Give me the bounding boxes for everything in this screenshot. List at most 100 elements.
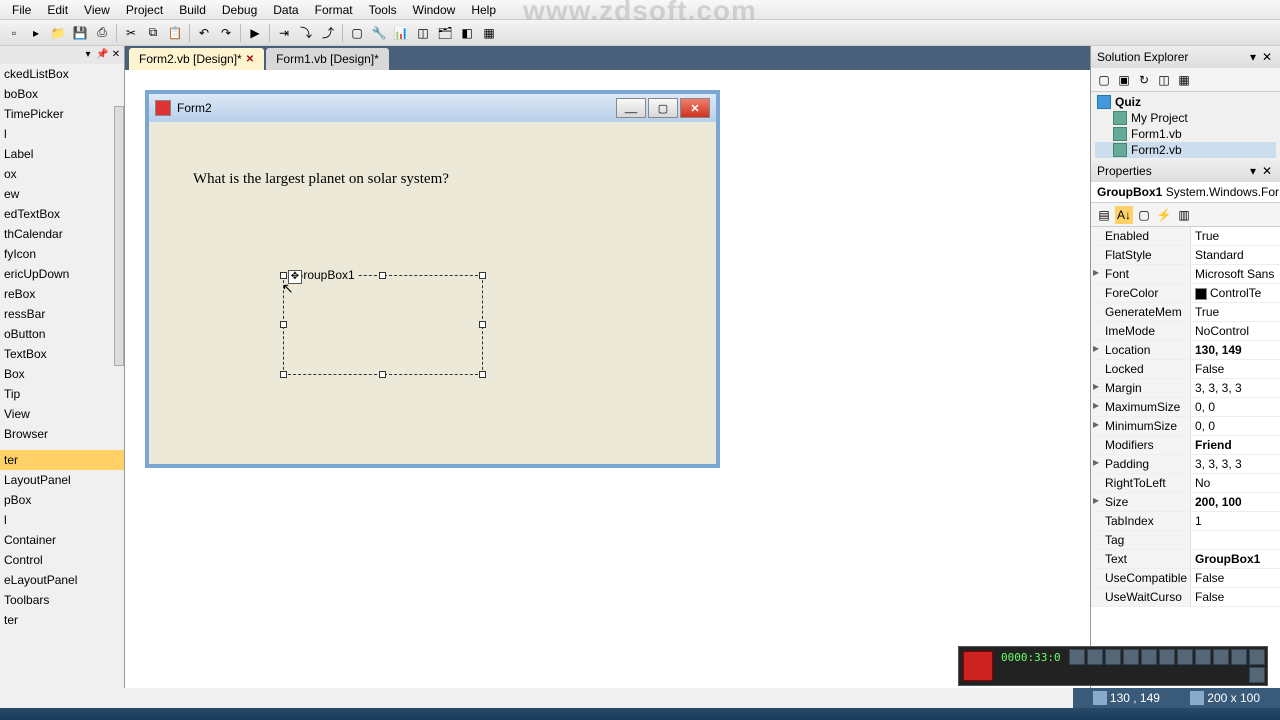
- menu-file[interactable]: File: [4, 1, 39, 19]
- property-value[interactable]: Standard: [1191, 246, 1280, 264]
- property-value[interactable]: False: [1191, 360, 1280, 378]
- groupbox-control[interactable]: GroupBox1 ✥ ↖: [283, 275, 483, 375]
- expand-icon[interactable]: [1091, 284, 1101, 302]
- toolbox-item[interactable]: oButton: [0, 324, 124, 344]
- property-value[interactable]: True: [1191, 227, 1280, 245]
- prop-categorized-icon[interactable]: ▤: [1095, 206, 1113, 224]
- property-row[interactable]: RightToLeftNo: [1091, 474, 1280, 493]
- property-value[interactable]: 0, 0: [1191, 417, 1280, 435]
- toolbox-item[interactable]: Box: [0, 364, 124, 384]
- menu-tools[interactable]: Tools: [361, 1, 405, 19]
- toolbox-item[interactable]: Tip: [0, 384, 124, 404]
- record-button[interactable]: [963, 651, 993, 681]
- prop-alpha-icon[interactable]: A↓: [1115, 206, 1133, 224]
- resize-handle-n[interactable]: [379, 272, 386, 279]
- prop-props-icon[interactable]: ▢: [1135, 206, 1153, 224]
- toolbox-item[interactable]: ox: [0, 164, 124, 184]
- prop-close-icon[interactable]: ✕: [1260, 164, 1274, 178]
- solution-root[interactable]: Quiz: [1095, 94, 1276, 110]
- expand-icon[interactable]: [1091, 436, 1101, 454]
- expand-icon[interactable]: ▸: [1091, 455, 1101, 473]
- property-row[interactable]: LockedFalse: [1091, 360, 1280, 379]
- props-icon[interactable]: 📊: [391, 23, 411, 43]
- toolbox-item[interactable]: l: [0, 510, 124, 530]
- expand-icon[interactable]: [1091, 322, 1101, 340]
- menu-format[interactable]: Format: [307, 1, 361, 19]
- property-value[interactable]: No: [1191, 474, 1280, 492]
- property-value[interactable]: 3, 3, 3, 3: [1191, 455, 1280, 473]
- tab-close-icon[interactable]: ✕: [246, 54, 254, 65]
- property-row[interactable]: ForeColorControlTe: [1091, 284, 1280, 303]
- toolbox-item[interactable]: eLayoutPanel: [0, 570, 124, 590]
- prop-pin-icon[interactable]: ▾: [1246, 164, 1260, 178]
- toolbox-item[interactable]: ckedListBox: [0, 64, 124, 84]
- property-value[interactable]: False: [1191, 569, 1280, 587]
- toolbox-item[interactable]: ter: [0, 450, 124, 470]
- toolbox-item[interactable]: Browser: [0, 424, 124, 444]
- toolbox-item[interactable]: View: [0, 404, 124, 424]
- menu-edit[interactable]: Edit: [39, 1, 76, 19]
- toolbox-scrollbar[interactable]: [114, 106, 124, 366]
- solution-node[interactable]: My Project: [1095, 110, 1276, 126]
- design-surface[interactable]: Form2 __ ▢ ✕ What is the largest planet …: [125, 70, 1090, 688]
- toolbox-item[interactable]: TextBox: [0, 344, 124, 364]
- expand-icon[interactable]: [1091, 531, 1101, 549]
- property-value[interactable]: NoControl: [1191, 322, 1280, 340]
- property-row[interactable]: ▸Margin3, 3, 3, 3: [1091, 379, 1280, 398]
- menu-project[interactable]: Project: [118, 1, 171, 19]
- toolbox-item[interactable]: TimePicker: [0, 104, 124, 124]
- expand-icon[interactable]: [1091, 246, 1101, 264]
- toolbox-item[interactable]: edTextBox: [0, 204, 124, 224]
- window-icon[interactable]: ▢: [347, 23, 367, 43]
- form-designer[interactable]: Form2 __ ▢ ✕ What is the largest planet …: [145, 90, 720, 468]
- question-label[interactable]: What is the largest planet on solar syst…: [193, 171, 449, 188]
- property-value[interactable]: 1: [1191, 512, 1280, 530]
- toolbox-dropdown-icon[interactable]: ▾: [82, 49, 94, 61]
- paste-icon[interactable]: 📋: [165, 23, 185, 43]
- resize-handle-s[interactable]: [379, 371, 386, 378]
- tray-icon[interactable]: [1141, 649, 1157, 665]
- expand-icon[interactable]: [1091, 550, 1101, 568]
- property-row[interactable]: UseCompatibleFalse: [1091, 569, 1280, 588]
- maximize-button[interactable]: ▢: [648, 98, 678, 118]
- tray-icon[interactable]: [1249, 667, 1265, 683]
- property-row[interactable]: TextGroupBox1: [1091, 550, 1280, 569]
- properties-grid[interactable]: EnabledTrueFlatStyleStandard▸FontMicroso…: [1091, 227, 1280, 688]
- expand-icon[interactable]: [1091, 303, 1101, 321]
- solution-node[interactable]: Form1.vb: [1095, 126, 1276, 142]
- toolbox-item[interactable]: Label: [0, 144, 124, 164]
- tray-icon[interactable]: [1105, 649, 1121, 665]
- step-out-icon[interactable]: ⤴: [318, 23, 338, 43]
- toolbox-item[interactable]: boBox: [0, 84, 124, 104]
- property-row[interactable]: FlatStyleStandard: [1091, 246, 1280, 265]
- toolbox-pin-icon[interactable]: 📌: [96, 49, 108, 61]
- property-row[interactable]: EnabledTrue: [1091, 227, 1280, 246]
- expand-icon[interactable]: [1091, 512, 1101, 530]
- close-button[interactable]: ✕: [680, 98, 710, 118]
- properties-object-selector[interactable]: GroupBox1 System.Windows.For: [1091, 182, 1280, 203]
- explorer-icon[interactable]: 🗂: [435, 23, 455, 43]
- property-value[interactable]: GroupBox1: [1191, 550, 1280, 568]
- copy-icon[interactable]: ⧉: [143, 23, 163, 43]
- expand-icon[interactable]: [1091, 569, 1101, 587]
- se-showall-icon[interactable]: ▣: [1115, 71, 1133, 89]
- tray-icon[interactable]: [1177, 649, 1193, 665]
- tray-icon[interactable]: [1195, 649, 1211, 665]
- expand-icon[interactable]: [1091, 227, 1101, 245]
- expand-icon[interactable]: [1091, 474, 1101, 492]
- property-row[interactable]: ModifiersFriend: [1091, 436, 1280, 455]
- property-row[interactable]: ▸MinimumSize0, 0: [1091, 417, 1280, 436]
- resize-handle-e[interactable]: [479, 321, 486, 328]
- property-row[interactable]: ImeModeNoControl: [1091, 322, 1280, 341]
- step-over-icon[interactable]: ⤵: [296, 23, 316, 43]
- resize-handle-se[interactable]: [479, 371, 486, 378]
- toolbox-close-icon[interactable]: ✕: [110, 49, 122, 61]
- menu-view[interactable]: View: [76, 1, 118, 19]
- menu-window[interactable]: Window: [405, 1, 464, 19]
- start-icon[interactable]: ▶: [245, 23, 265, 43]
- expand-icon[interactable]: ▸: [1091, 398, 1101, 416]
- tray-icon[interactable]: [1231, 649, 1247, 665]
- toolbox-item[interactable]: Container: [0, 530, 124, 550]
- toolbox-item[interactable]: reBox: [0, 284, 124, 304]
- windows-taskbar[interactable]: [0, 708, 1280, 720]
